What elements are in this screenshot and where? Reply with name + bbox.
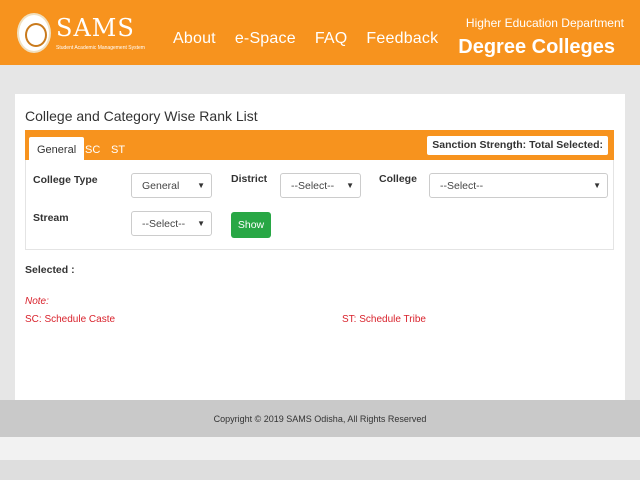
logo-text[interactable]: SAMS <box>56 14 135 42</box>
site-header: SAMS Student Academic Management System … <box>0 0 640 65</box>
show-button[interactable]: Show <box>231 212 271 238</box>
filter-form: College Type General ▼ District --Select… <box>25 160 614 250</box>
tab-general[interactable]: General <box>29 137 85 160</box>
nav-faq[interactable]: FAQ <box>315 30 348 48</box>
category-tabs: General SC ST Sanction Strength: Total S… <box>25 130 614 160</box>
stream-select[interactable]: --Select-- ▼ <box>131 211 212 236</box>
college-type-label: College Type <box>33 174 98 186</box>
note-label: Note: <box>25 296 49 307</box>
chevron-down-icon: ▼ <box>197 181 205 190</box>
main-nav: About e-Space FAQ Feedback <box>173 30 438 48</box>
logo-subtitle: Student Academic Management System <box>56 45 145 51</box>
odisha-emblem-icon <box>17 13 51 53</box>
st-legend: ST: Schedule Tribe <box>342 314 426 325</box>
portal-name: Degree Colleges <box>458 36 615 58</box>
college-select[interactable]: --Select-- ▼ <box>429 173 608 198</box>
college-label: College <box>379 173 417 185</box>
college-type-select[interactable]: General ▼ <box>131 173 212 198</box>
district-label: District <box>231 173 268 185</box>
district-select[interactable]: --Select-- ▼ <box>280 173 361 198</box>
college-value: --Select-- <box>440 180 484 192</box>
nav-feedback[interactable]: Feedback <box>366 30 438 48</box>
rank-list-panel: College and Category Wise Rank List Gene… <box>15 94 625 400</box>
stream-value: --Select-- <box>142 218 186 230</box>
site-footer: Copyright © 2019 SAMS Odisha, All Rights… <box>0 400 640 437</box>
nav-about[interactable]: About <box>173 30 216 48</box>
page-bottom <box>0 460 640 480</box>
chevron-down-icon: ▼ <box>593 181 601 190</box>
page-title: College and Category Wise Rank List <box>25 108 258 124</box>
department-name: Higher Education Department <box>465 16 624 30</box>
chevron-down-icon: ▼ <box>197 219 205 228</box>
nav-espace[interactable]: e-Space <box>235 30 296 48</box>
sanction-strength-badge: Sanction Strength: Total Selected: <box>427 136 608 155</box>
district-value: --Select-- <box>291 180 335 192</box>
chevron-down-icon: ▼ <box>346 181 354 190</box>
stream-label: Stream <box>33 212 69 224</box>
sc-legend: SC: Schedule Caste <box>25 314 116 325</box>
college-type-value: General <box>142 180 180 192</box>
copyright-text: Copyright © 2019 SAMS Odisha, All Rights… <box>213 414 427 424</box>
selected-label: Selected : <box>25 264 75 276</box>
tab-st[interactable]: ST <box>103 137 133 160</box>
footer-band <box>0 437 640 460</box>
